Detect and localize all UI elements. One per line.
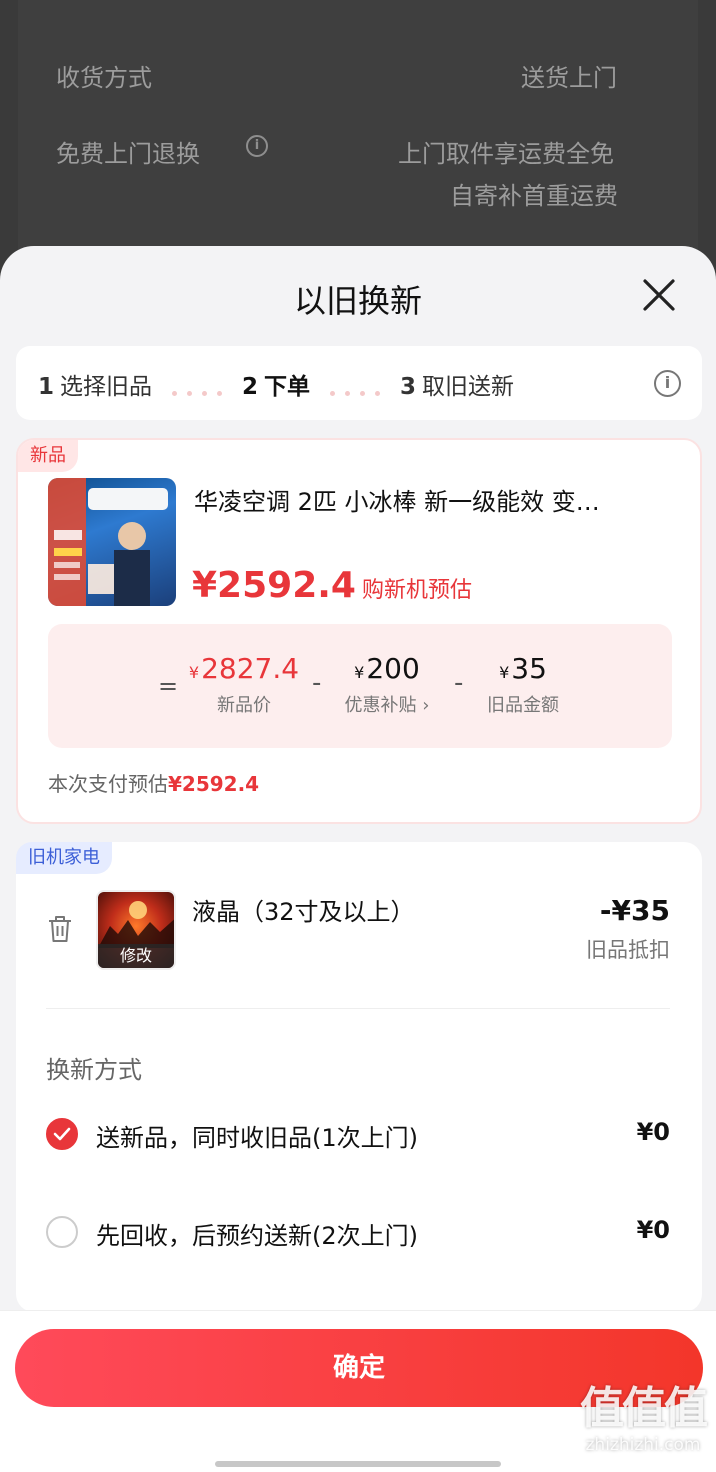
old-appliance-amount: -¥35 [599,894,670,927]
checked-radio-icon[interactable] [46,1118,78,1150]
step-3-number: 3 [400,374,417,400]
trade-value-symbol: ¥ [499,663,510,682]
step-1: 1 选择旧品 [38,367,152,401]
info-icon: i [246,135,268,157]
edit-button[interactable]: 修改 [98,944,174,968]
trade-in-sheet: 以旧换新 1 选择旧品 2 下单 3 取旧送新 i 新品 华凌空调 2匹 小冰棒… [0,246,716,1472]
method-option-2[interactable]: 先回收，后预约送新(2次上门) ¥0 [46,1212,670,1252]
step-2: 2 下单 [242,367,310,401]
step-indicator: 1 选择旧品 2 下单 3 取旧送新 i [16,346,702,420]
subsidy-col[interactable]: ¥200 优惠补贴 › [332,652,442,717]
step-3: 3 取旧送新 [400,367,514,401]
method-option-1-price: ¥0 [636,1118,670,1146]
unchecked-radio-icon[interactable] [46,1216,78,1248]
pay-estimate-value: ¥2592.4 [168,772,260,796]
old-appliance-title: 液晶（32寸及以上） [192,898,415,926]
new-product-image[interactable] [48,478,176,606]
method-option-1[interactable]: 送新品，同时收旧品(1次上门) ¥0 [46,1114,670,1154]
method-option-1-label: 送新品，同时收旧品(1次上门) [96,1124,418,1152]
new-product-price-row: ¥2592.4 购新机预估 [192,565,472,606]
step-1-label: 选择旧品 [60,374,153,400]
price-breakdown: = ¥2827.4 新品价 - ¥200 优惠补贴 › - ¥35 旧品金额 [48,624,672,748]
step-2-number: 2 [242,374,259,400]
equals-sign: = [158,672,179,700]
watermark-logo: 值值值 [580,1383,708,1434]
free-return-value-2: 自寄补首重运费 [450,182,618,210]
old-appliance-tag: 旧机家电 [16,842,112,874]
new-price-label: 新品价 [217,695,271,716]
step-2-label: 下单 [264,374,311,400]
new-product-card: 新品 华凌空调 2匹 小冰棒 新一级能效 变… ¥2592.4 购新机预估 = ¥… [16,438,702,824]
step-dots-2 [330,381,390,396]
divider [46,1008,670,1009]
minus-sign: - [454,668,464,698]
trash-icon[interactable] [46,914,74,944]
subsidy-symbol: ¥ [354,663,365,682]
free-return-value-1: 上门取件享运费全免 [398,140,614,168]
old-appliance-image[interactable]: 修改 [96,890,176,970]
sheet-title: 以旧换新 [293,282,422,320]
subsidy-value: 200 [366,652,420,685]
info-icon[interactable]: i [654,370,681,397]
watermark-url: zhizhizhi.com [585,1435,701,1455]
watermark: 值值值 zhizhizhi.com [580,1383,708,1456]
free-return-label: 免费上门退换 [56,140,200,168]
home-indicator [215,1461,501,1467]
new-price-col: ¥2827.4 新品价 [184,652,304,717]
step-1-number: 1 [38,374,55,400]
method-option-2-label: 先回收，后预约送新(2次上门) [96,1222,418,1250]
step-3-label: 取旧送新 [422,374,515,400]
new-product-title[interactable]: 华凌空调 2匹 小冰棒 新一级能效 变… [194,482,674,517]
new-price-value: 2827.4 [201,652,300,685]
shipping-method-label: 收货方式 [56,64,152,92]
method-option-2-price: ¥0 [636,1216,670,1244]
method-title: 换新方式 [46,1056,142,1084]
subsidy-label: 优惠补贴 › [344,695,430,716]
old-appliance-amount-note: 旧品抵扣 [586,938,670,962]
new-product-tag: 新品 [18,440,78,472]
shipping-method-value: 送货上门 [521,64,617,92]
trade-value-col: ¥35 旧品金额 [478,652,568,717]
new-product-price-label: 购新机预估 [361,578,472,603]
minus-sign: - [312,668,322,698]
pay-estimate-label: 本次支付预估 [48,772,168,796]
close-icon[interactable] [636,272,682,318]
old-appliance-card: 旧机家电 修改 液晶（32寸及以上） -¥35 旧品抵扣 换新方式 送新品，同时… [16,842,702,1312]
pay-estimate: 本次支付预估¥2592.4 [48,768,259,797]
trade-value-label: 旧品金额 [487,695,559,716]
new-price-symbol: ¥ [188,663,200,682]
new-product-price: ¥2592.4 [192,565,356,606]
trade-value: 35 [511,652,547,685]
step-dots-1 [172,381,232,396]
